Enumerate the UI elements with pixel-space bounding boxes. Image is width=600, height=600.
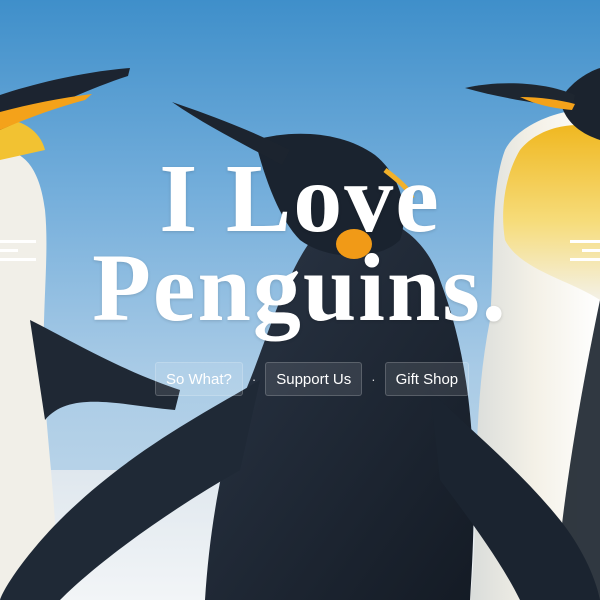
- hero-background: I Love Penguins. So What? · Support Us ·…: [0, 0, 600, 600]
- nav-separator: ·: [371, 371, 376, 387]
- nav-so-what[interactable]: So What?: [155, 362, 243, 396]
- page-title: I Love Penguins.: [0, 150, 600, 336]
- main-nav: So What? · Support Us · Gift Shop: [155, 361, 470, 397]
- nav-gift-shop[interactable]: Gift Shop: [384, 362, 470, 396]
- nav-support-us[interactable]: Support Us: [265, 362, 363, 396]
- title-line-2: Penguins.: [92, 234, 508, 341]
- nav-separator: ·: [251, 371, 257, 387]
